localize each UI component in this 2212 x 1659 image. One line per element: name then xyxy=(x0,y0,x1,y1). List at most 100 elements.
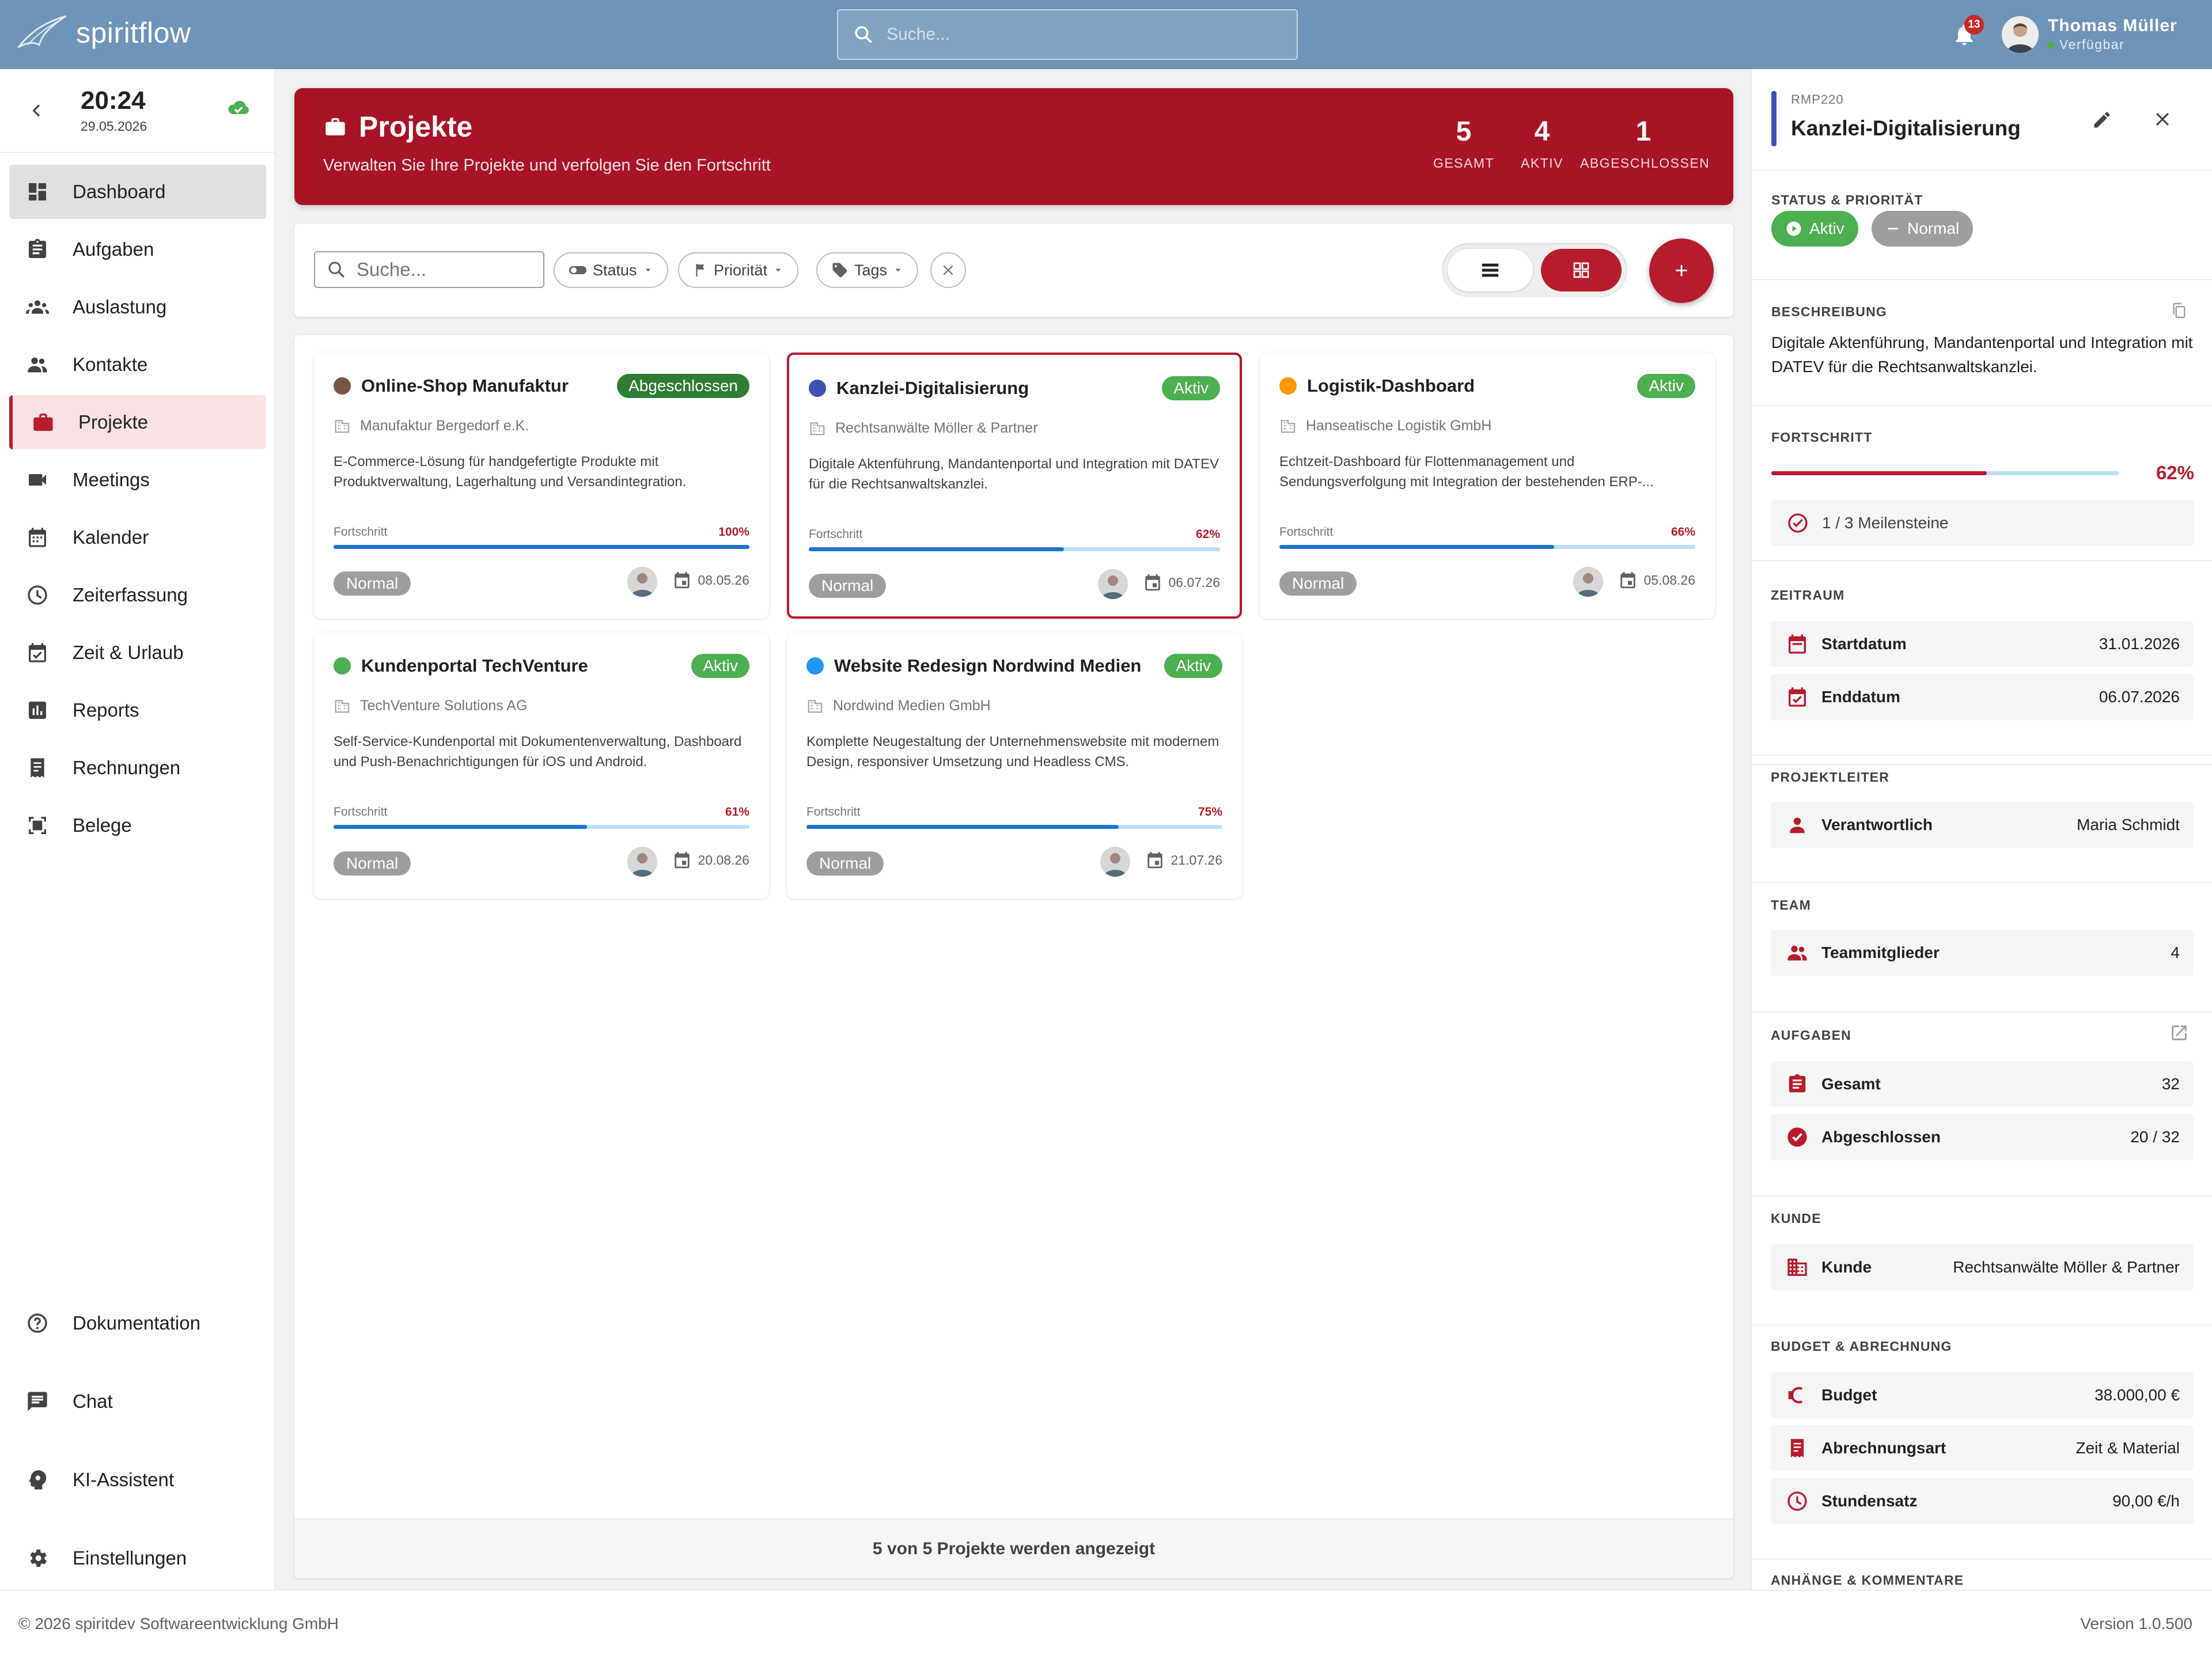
lead-row[interactable]: Verantwortlich Maria Schmidt xyxy=(1771,802,2194,848)
avatar xyxy=(1573,567,1603,597)
project-card[interactable]: Kundenportal TechVenture Aktiv TechVentu… xyxy=(314,632,769,899)
sidebar-item-label: KI-Assistent xyxy=(73,1469,175,1490)
calendar-icon xyxy=(675,851,690,869)
avatar xyxy=(627,567,657,597)
sidebar-item-projekte[interactable]: Projekte xyxy=(9,395,266,449)
page-title-text: Projekte xyxy=(359,111,473,143)
user-status: Verfügbar xyxy=(2048,37,2124,52)
close-icon[interactable] xyxy=(2153,109,2172,129)
edit-icon[interactable] xyxy=(2092,109,2112,130)
building-icon xyxy=(1281,420,1296,433)
grid-icon xyxy=(1573,262,1589,278)
project-card[interactable]: Online-Shop Manufaktur Abgeschlossen Man… xyxy=(314,353,769,619)
rate-row[interactable]: Stundensatz 90,00 €/h xyxy=(1771,1478,2194,1524)
person-icon xyxy=(1786,814,1809,836)
team-row[interactable]: Teammitglieder 4 xyxy=(1771,930,2194,976)
end-date-row[interactable]: Enddatum 06.07.2026 xyxy=(1771,674,2194,720)
project-description: Digitale Aktenführung, Mandantenportal u… xyxy=(809,456,1219,492)
sidebar-item-kontakte[interactable]: Kontakte xyxy=(9,338,266,392)
gear-icon xyxy=(24,1547,51,1570)
card-header: Online-Shop Manufaktur Abgeschlossen xyxy=(334,373,749,399)
project-card[interactable]: Kanzlei-Digitalisierung Aktiv Rechtsanwä… xyxy=(787,353,1242,619)
sidebar-item-rechnungen[interactable]: Rechnungen xyxy=(9,741,266,795)
check-circle-icon xyxy=(1786,512,1809,535)
grid-view-button[interactable] xyxy=(1541,249,1622,291)
global-search-input[interactable] xyxy=(887,25,1232,44)
add-project-button[interactable]: + xyxy=(1649,238,1714,303)
tag-icon xyxy=(832,263,847,278)
project-search[interactable] xyxy=(314,251,544,288)
sidebar-item-label: Meetings xyxy=(73,469,150,490)
rate-label: Stundensatz xyxy=(1821,1492,1918,1510)
due-date: 06.07.26 xyxy=(1168,574,1220,590)
status-filter-button[interactable]: Status xyxy=(554,252,668,288)
progress-fill xyxy=(806,825,1119,829)
client-name: Nordwind Medien GmbH xyxy=(833,697,991,714)
priority-filter-button[interactable]: Priorität xyxy=(678,252,799,288)
copyright: © 2026 spiritdev Softwareentwicklung Gmb… xyxy=(18,1615,339,1633)
progress-bar xyxy=(334,825,749,829)
stat-value: 5 xyxy=(1456,116,1472,147)
status-filter-label: Status xyxy=(593,261,637,279)
end-date-label: Enddatum xyxy=(1821,688,1900,706)
sidebar-item-aufgaben[interactable]: Aufgaben xyxy=(9,222,266,276)
tasks-done-label: Abgeschlossen xyxy=(1821,1128,1941,1146)
sidebar-item-reports[interactable]: Reports xyxy=(9,683,266,737)
status-chip[interactable]: Aktiv xyxy=(1771,211,1858,247)
sidebar: 20:24 29.05.2026 Dashboard Aufgaben Ausl… xyxy=(0,69,275,1590)
app-logo[interactable]: spiritflow xyxy=(16,13,191,53)
avatar[interactable] xyxy=(2002,16,2039,53)
billing-row[interactable]: Abrechnungsart Zeit & Material xyxy=(1771,1425,2194,1471)
project-card[interactable]: Logistik-Dashboard Aktiv Hanseatische Lo… xyxy=(1260,353,1715,619)
stat-label: GESAMT xyxy=(1433,156,1495,171)
open-external-icon[interactable] xyxy=(2169,1023,2189,1043)
project-grid: Online-Shop Manufaktur Abgeschlossen Man… xyxy=(294,335,1733,1578)
budget-row[interactable]: Budget 38.000,00 € xyxy=(1771,1372,2194,1418)
sidebar-item-ki-assistent[interactable]: KI-Assistent xyxy=(9,1453,266,1507)
sidebar-item-dokumentation[interactable]: Dokumentation xyxy=(9,1296,266,1350)
project-card[interactable]: Website Redesign Nordwind Medien Aktiv N… xyxy=(787,632,1242,899)
sidebar-item-zeiterfassung[interactable]: Zeiterfassung xyxy=(9,568,266,622)
calendar-icon xyxy=(1147,851,1163,869)
document-scan-icon xyxy=(24,814,51,837)
tasks-done-row[interactable]: Abgeschlossen 20 / 32 xyxy=(1771,1114,2194,1160)
sidebar-item-kalender[interactable]: Kalender xyxy=(9,510,266,565)
sidebar-item-dashboard[interactable]: Dashboard xyxy=(9,165,266,219)
progress-label: Fortschritt xyxy=(334,805,388,819)
sidebar-item-label: Reports xyxy=(73,699,139,721)
chevron-left-icon[interactable] xyxy=(28,101,46,120)
status-badge: Aktiv xyxy=(1162,376,1220,400)
list-view-button[interactable] xyxy=(1448,249,1533,291)
priority-chip[interactable]: Normal xyxy=(1872,211,1974,247)
project-client: Manufaktur Bergedorf e.K. xyxy=(334,417,529,434)
tasks-total-row[interactable]: Gesamt 32 xyxy=(1771,1061,2194,1107)
tags-filter-button[interactable]: Tags xyxy=(816,252,919,288)
sidebar-item-belege[interactable]: Belege xyxy=(9,798,266,853)
page-title: Projekte xyxy=(323,110,472,143)
project-search-input[interactable] xyxy=(357,259,529,281)
sidebar-item-meetings[interactable]: Meetings xyxy=(9,453,266,507)
clear-filters-button[interactable] xyxy=(930,252,966,288)
stat-label: ABGESCHLOSSEN xyxy=(1580,156,1710,171)
sidebar-item-auslastung[interactable]: Auslastung xyxy=(9,280,266,334)
progress-bar xyxy=(809,547,1220,551)
copy-icon[interactable] xyxy=(2170,301,2188,320)
sidebar-item-label: Einstellungen xyxy=(73,1547,187,1569)
detail-progress-fill xyxy=(1771,471,1987,475)
client-name: TechVenture Solutions AG xyxy=(360,697,528,714)
project-title: Online-Shop Manufaktur xyxy=(361,376,569,396)
dashboard-icon xyxy=(24,180,51,203)
avatar xyxy=(1100,847,1130,877)
start-date-row[interactable]: Startdatum 31.01.2026 xyxy=(1771,621,2194,667)
user-name[interactable]: Thomas Müller xyxy=(2048,16,2177,36)
global-search[interactable] xyxy=(837,9,1298,60)
people-icon xyxy=(24,353,51,376)
results-count: 5 von 5 Projekte werden angezeigt xyxy=(294,1518,1733,1578)
sidebar-item-chat[interactable]: Chat xyxy=(9,1374,266,1429)
sidebar-item-zeit-urlaub[interactable]: Zeit & Urlaub xyxy=(9,626,266,680)
milestones-row[interactable]: 1 / 3 Meilensteine xyxy=(1771,500,2194,546)
sidebar-item-einstellungen[interactable]: Einstellungen xyxy=(9,1531,266,1585)
client-row[interactable]: Kunde Rechtsanwälte Möller & Partner xyxy=(1771,1244,2194,1290)
priority-badge: Normal xyxy=(806,851,884,876)
clock-widget: 20:24 29.05.2026 xyxy=(0,69,275,153)
